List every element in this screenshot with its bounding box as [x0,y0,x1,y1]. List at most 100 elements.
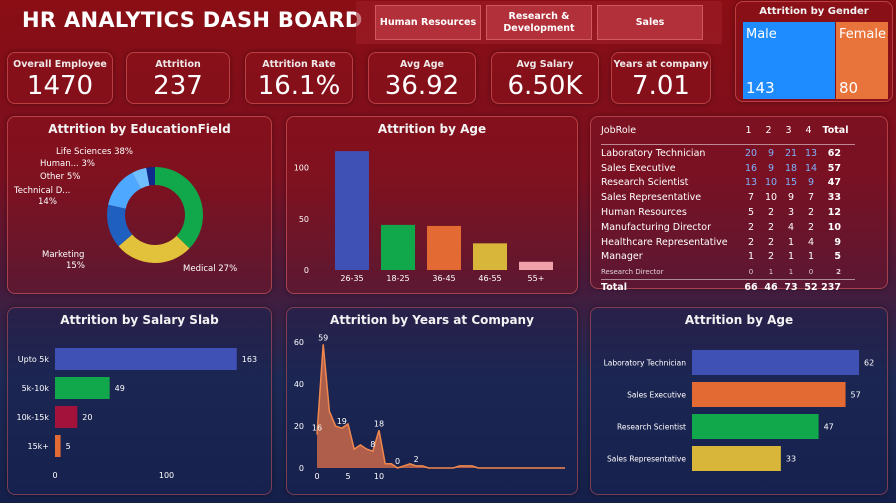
education-donut-chart: Life Sciences 38% Medical 27% Marketing15%… [13,147,237,274]
kpi-avg-salary: Avg Salary 6.50K [491,52,599,104]
value-cell: 0 [748,267,754,276]
page-title: HR ANALYTICS DASH BOARD [22,8,363,32]
y-tick-label: 60 [294,338,304,347]
total-cell: 10 [827,221,841,233]
value-cell: 7 [807,192,815,204]
attrition-by-jobrole-card: Attrition by Age Laboratory Technician 62… [590,307,888,495]
attrition-by-gender-card: Attrition by Gender Male 143 Female 80 [735,1,893,102]
table-row[interactable]: Laboratory Technician 20 9 21 13 62 [601,147,855,162]
attrition-by-years-card: Attrition by Years at Company 0 20 40 60 0 5 1… [286,307,578,495]
data-label: 163 [242,355,257,364]
data-label: 49 [115,384,125,393]
data-label: 16 [312,423,322,432]
table-row[interactable]: Manufacturing Director 2 2 4 2 10 [601,220,855,235]
jobrole-cell: Human Resources [601,207,687,219]
value-cell: 2 [767,221,775,233]
jobrole-cell: Research Scientist [601,177,689,189]
data-label: 33 [786,455,796,464]
nav-research-development-button[interactable]: Research & Development [486,5,592,40]
jobrole-bar-chart: Laboratory Technician 62 Sales Executive 57… [604,350,874,471]
male-value: 143 [746,79,775,97]
table-row[interactable]: Healthcare Representative 2 2 1 4 9 [601,235,855,250]
kpi-label: Avg Salary [516,59,574,70]
x-tick-label: 5 [345,472,350,481]
y-tick-label: 20 [294,422,304,431]
data-label: 8 [370,440,375,449]
salary-bar [55,348,237,370]
age-bar [473,243,507,270]
value-cell: 20 [744,147,758,159]
data-label: 62 [864,359,874,368]
age-bar-chart: 0 50 100 26-35 18-25 36-45 46-55 55+ [294,151,553,283]
table-row[interactable]: Research Scientist 13 10 15 9 47 [601,176,855,191]
column-header[interactable]: 1 [741,125,761,145]
table-row[interactable]: Human Resources 5 2 3 2 12 [601,206,855,221]
kpi-years-at-company: Years at company 7.01 [611,52,711,104]
category-label: 15k+ [27,442,49,451]
category-label: Laboratory Technician [604,359,687,368]
total-column-header[interactable]: Total [821,125,855,145]
value-cell: 2 [747,221,755,233]
table-row[interactable]: Sales Representative 7 10 9 7 33 [601,191,855,206]
value-cell: 1 [807,251,815,263]
value-cell: 18 [784,162,798,174]
value-cell: 2 [747,236,755,248]
value-cell: 2 [807,207,815,219]
donut-slice-label: 14% [38,197,57,207]
donut-slice-label: Technical D... [13,186,70,196]
nav-human-resources-button[interactable]: Human Resources [375,5,481,40]
age-bar [519,261,553,270]
column-header[interactable]: 4 [801,125,821,145]
x-tick-label: 36-45 [432,274,455,283]
kpi-value: 36.92 [384,71,460,101]
table-row[interactable]: Research Director 0 1 1 0 2 [601,265,855,280]
jobrole-bar [692,446,781,471]
salary-bar [55,435,61,457]
value-cell: 21 [784,147,798,159]
jobrole-cell: Sales Executive [601,162,676,174]
column-header[interactable]: JobRole [601,125,741,145]
jobrole-cell: Research Director [601,267,664,276]
value-cell: 0 [808,267,814,276]
donut-slice-label: 15% [66,261,85,271]
female-tile[interactable]: Female 80 [836,22,888,99]
x-tick-label: 0 [314,472,319,481]
total-value: 52 [801,278,821,293]
salary-bar [55,377,110,399]
total-cell: 9 [834,236,841,248]
donut-slice [155,167,203,249]
male-tile[interactable]: Male 143 [743,22,835,99]
kpi-value: 16.1% [257,71,341,101]
value-cell: 4 [787,221,795,233]
data-label: 20 [82,413,92,422]
data-label: 19 [337,417,347,426]
value-cell: 1 [768,267,774,276]
data-label: 47 [824,423,834,432]
column-header[interactable]: 2 [761,125,781,145]
value-cell: 13 [804,147,818,159]
y-tick-label: 0 [304,266,309,275]
kpi-value: 7.01 [632,71,690,101]
column-header[interactable]: 3 [781,125,801,145]
value-cell: 1 [747,251,755,263]
female-label: Female [839,27,887,42]
age-bar [335,151,369,270]
x-tick-label: 100 [159,471,174,480]
gender-chart-title: Attrition by Gender [759,6,869,17]
jobrole-cell: Healthcare Representative [601,236,728,248]
jobrole-bar [692,414,819,439]
value-cell: 5 [747,207,755,219]
jobrole-bar [692,350,859,375]
value-cell: 2 [767,251,775,263]
x-tick-label: 26-35 [340,274,363,283]
table-row[interactable]: Sales Executive 16 9 18 14 57 [601,161,855,176]
category-label: Research Scientist [617,423,686,432]
table-row[interactable]: Manager 1 2 1 1 5 [601,250,855,265]
donut-slice [118,234,190,263]
nav-sales-button[interactable]: Sales [597,5,703,40]
value-cell: 13 [744,177,758,189]
donut-slice-label: Marketing [42,250,84,260]
salary-bar [55,406,78,428]
total-label: Total [601,278,741,293]
x-tick-label: 55+ [528,274,545,283]
